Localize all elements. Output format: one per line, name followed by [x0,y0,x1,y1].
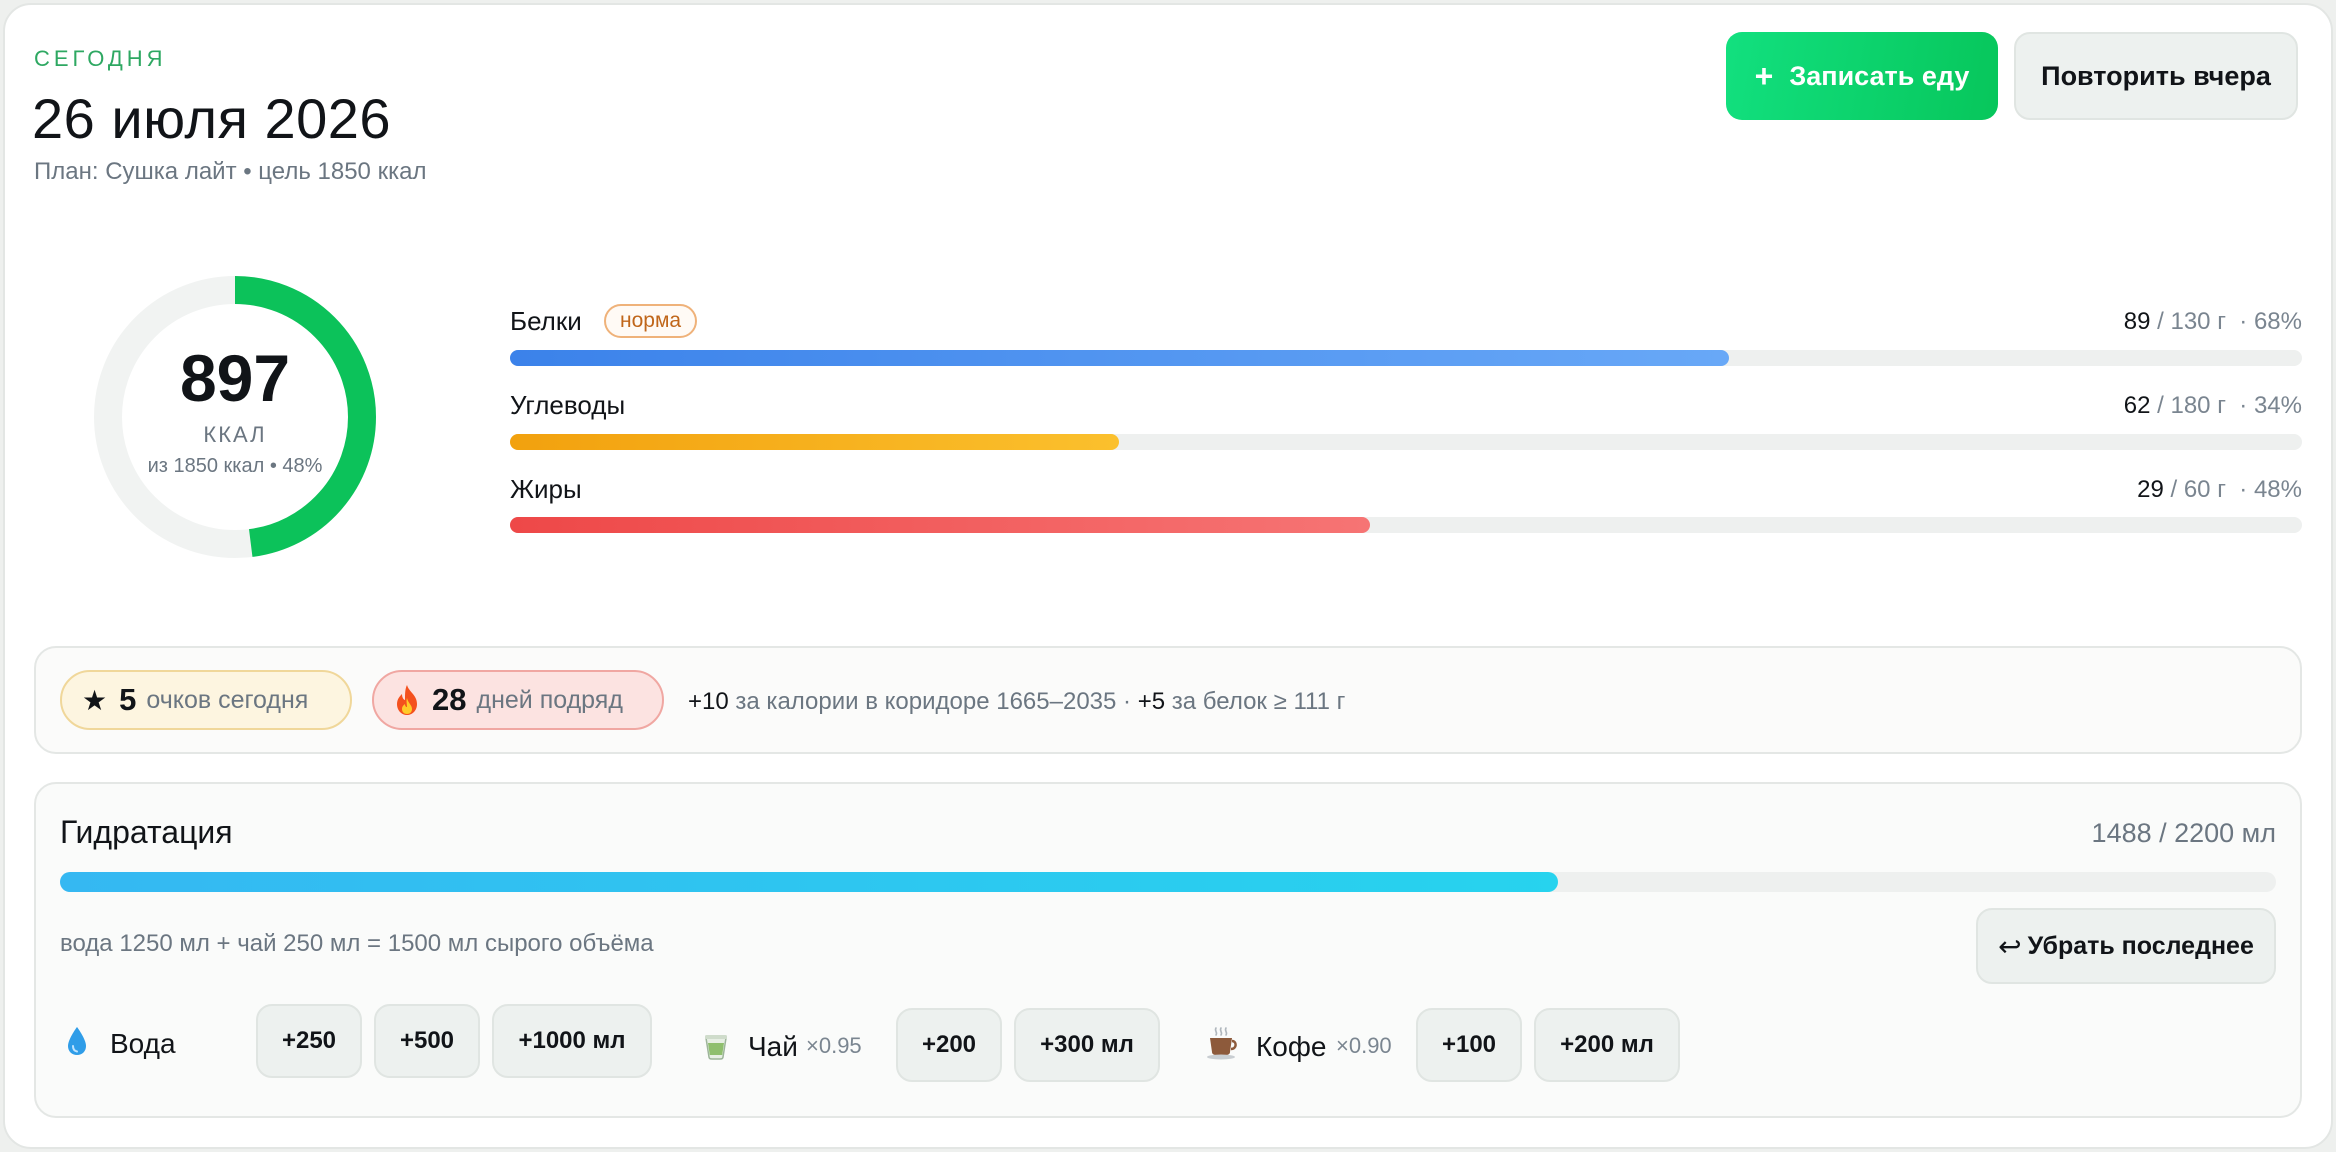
add-water-250-button[interactable]: +250 [256,1004,362,1078]
coffee-icon [1207,1027,1237,1060]
macro-percent: · 34% [2239,392,2302,419]
hydration-title: Гидратация [60,814,233,850]
undo-label: Убрать последнее [2027,931,2254,960]
macro-target: / 180 г [2157,392,2226,419]
macro-bar-protein [510,350,2302,366]
calories-goal: из 1850 ккал • 48% [147,455,323,477]
macro-bar-carbs [510,434,2302,450]
undo-arrow-icon: ↩ [1998,930,2022,962]
points-value: 5 [119,682,137,717]
rule-separator: · [1123,688,1132,715]
macro-fill-protein [510,350,1729,366]
coffee-multiplier: ×0.90 [1336,1033,1392,1058]
repeat-yesterday-label: Повторить вчера [2041,60,2271,91]
add-coffee-100-button[interactable]: +100 [1416,1008,1522,1082]
macro-name-protein: Белки [510,306,582,336]
add-water-500-button[interactable]: +500 [374,1004,480,1078]
streak-badge: 28 дней подряд [372,670,664,730]
macro-fill-fats [510,517,1371,533]
points-panel: ★ 5 очков сегодня 28 дней подряд +10 за … [34,646,2302,754]
plan-subtitle: План: Сушка лайт • цель 1850 ккал [34,158,427,185]
calories-unit: ККАЛ [203,422,267,447]
macro-name-carbs: Углеводы [510,390,626,420]
rule-bonus: +10 [688,688,729,715]
page-title: 26 июля 2026 [32,87,392,150]
streak-value: 28 [432,682,467,717]
undo-last-button[interactable]: ↩ Убрать последнее [1976,908,2276,984]
repeat-yesterday-button[interactable]: Повторить вчера [2014,32,2298,120]
star-icon: ★ [82,684,108,716]
calories-value: 897 [179,341,291,415]
macro-stats-fats: 29 / 60 г · 48% [2137,476,2302,504]
rule-text: за белок ≥ 111 г [1171,688,1346,715]
macro-percent: · 68% [2239,308,2302,335]
coffee-label: Кофе [1256,1031,1327,1062]
add-coffee-200-button[interactable]: +200 мл [1534,1008,1680,1082]
add-tea-200-button[interactable]: +200 [896,1008,1002,1082]
log-food-label: Записать еду [1789,60,1970,91]
tea-icon [705,1035,727,1060]
macro-percent: · 48% [2239,476,2302,503]
macro-current: 62 [2123,392,2151,419]
macro-target: / 60 г [2170,476,2226,503]
macro-current: 29 [2137,476,2164,503]
macro-target: / 130 г [2157,308,2226,335]
macro-bar-fats [510,517,2302,533]
streak-label: дней подряд [476,685,623,714]
hydration-progress-fill [60,872,1559,892]
tea-label: Чай [748,1031,798,1062]
hydration-total: 1488 / 2200 мл [2091,818,2276,848]
hydration-formula: вода 1250 мл + чай 250 мл = 1500 мл сыро… [60,930,654,957]
rule-bonus: +5 [1137,688,1166,715]
macro-current: 89 [2123,308,2151,335]
rule-text: за калории в коридоре 1665–2035 [735,688,1117,715]
calorie-progress-ring [94,276,376,558]
plus-icon: + [1754,57,1774,94]
status-badge: норма [604,304,698,338]
macro-stats-protein: 89 / 130 г · 68% [2124,308,2302,336]
water-label: Вода [110,1028,176,1059]
add-tea-300-button[interactable]: +300 мл [1014,1008,1160,1082]
add-water-1000-button[interactable]: +1000 мл [492,1004,652,1078]
points-label: очков сегодня [146,685,309,714]
tea-multiplier: ×0.95 [806,1033,862,1058]
water-drop-icon [68,1027,86,1055]
points-badge: ★ 5 очков сегодня [60,670,352,730]
log-food-button[interactable]: + Записать еду [1726,32,1998,120]
macro-stats-carbs: 62 / 180 г · 34% [2124,392,2302,420]
section-eyebrow: СЕГОДНЯ [34,46,167,71]
macro-name-fats: Жиры [510,474,582,504]
points-rules: +10 за калории в коридоре 1665–2035 · +5… [688,688,1345,716]
macro-fill-carbs [510,434,1120,450]
hydration-progress-bar [60,872,2276,892]
fire-icon [397,685,417,715]
